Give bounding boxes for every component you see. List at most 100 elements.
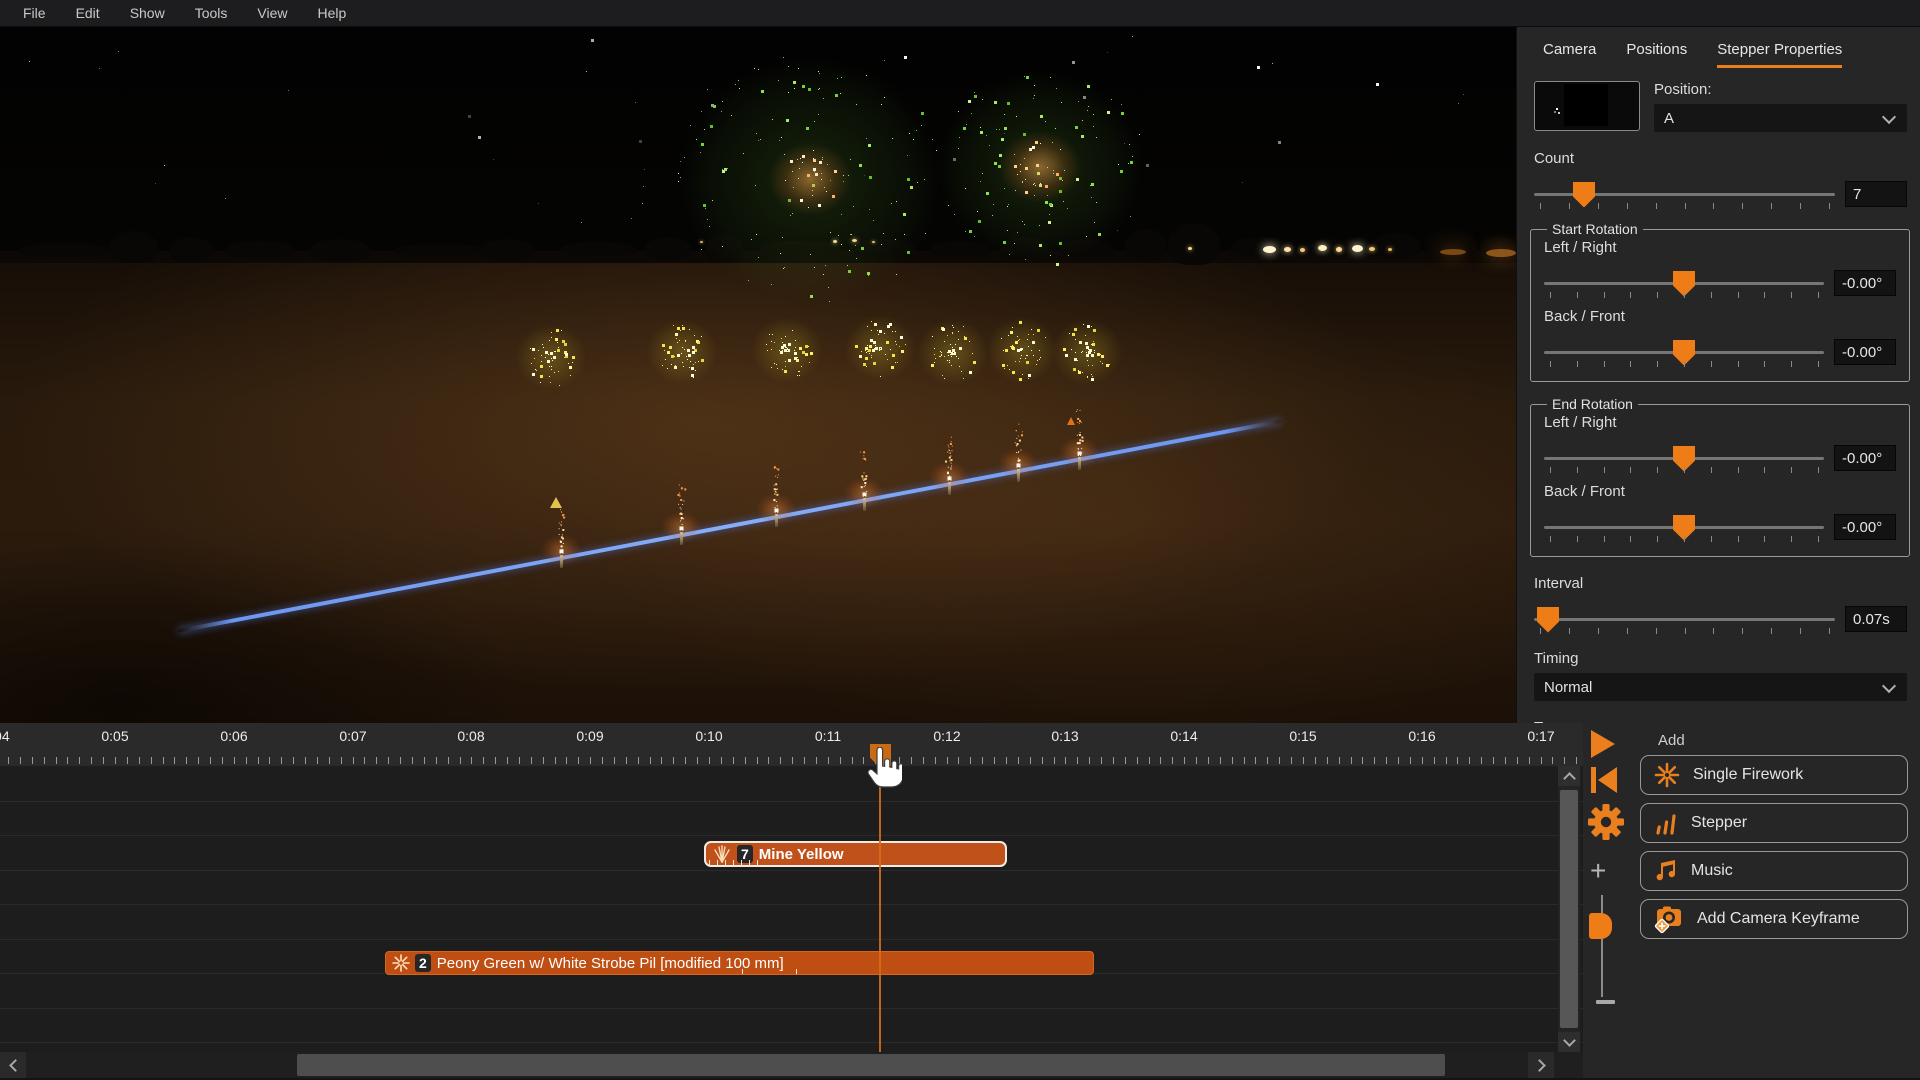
start-left-right-slider[interactable]: [1544, 282, 1824, 285]
menu-item-show[interactable]: Show: [115, 0, 180, 27]
timeline-horizontal-scrollbar[interactable]: [0, 1052, 1583, 1078]
tab-positions[interactable]: Positions: [1626, 41, 1687, 68]
menu-item-edit[interactable]: Edit: [61, 0, 115, 27]
scroll-left-button[interactable]: [0, 1052, 26, 1078]
scroll-up-button[interactable]: [1558, 766, 1580, 786]
slider-tick: [1569, 628, 1570, 634]
item-step-tick: [757, 860, 758, 865]
add-camera-keyframe-button[interactable]: Add Camera Keyframe: [1640, 899, 1908, 939]
menu-item-view[interactable]: View: [242, 0, 302, 27]
slider-tick: [1685, 628, 1686, 634]
slider-tick: [1540, 628, 1541, 634]
vertical-scroll-thumb[interactable]: [1560, 790, 1578, 1028]
slider-tick: [1577, 361, 1578, 367]
timing-select[interactable]: Normal: [1534, 673, 1907, 701]
zoom-in-button[interactable]: +: [1590, 855, 1606, 887]
start-back-front-value[interactable]: -0.00°: [1834, 339, 1896, 365]
timeline-item[interactable]: 7Mine Yellow: [704, 841, 1007, 867]
candle-sparks: [1018, 467, 1019, 468]
settings-gear-button[interactable]: [1587, 803, 1625, 846]
track-row-divider: [0, 1042, 1583, 1043]
horizon-light: [1300, 248, 1305, 252]
stepper-button[interactable]: Stepper: [1640, 803, 1908, 843]
ruler-tick: [1386, 757, 1387, 764]
track-row-divider: [0, 870, 1583, 871]
scroll-down-button[interactable]: [1558, 1032, 1580, 1052]
end-back-front-slider[interactable]: [1544, 526, 1824, 529]
slider-tick: [1738, 361, 1739, 367]
effect-preview-thumbnail[interactable]: [1534, 81, 1640, 131]
slider-tick: [1711, 467, 1712, 473]
timeline-item[interactable]: 2Peony Green w/ White Strobe Pil [modifi…: [385, 951, 1094, 975]
ruler-tick: [1529, 757, 1530, 764]
play-button[interactable]: [1590, 729, 1616, 764]
tab-camera[interactable]: Camera: [1543, 41, 1596, 68]
timeline-vertical-scrollbar[interactable]: [1558, 766, 1580, 1052]
ruler-tick: [1315, 757, 1316, 764]
ruler-time-label: 0:07: [331, 728, 375, 744]
ruler-time-label: 0:15: [1281, 728, 1325, 744]
burst-core-particles: [1040, 167, 1041, 168]
candle-tube: [680, 532, 683, 545]
ruler-tick: [234, 757, 235, 764]
count-slider-thumb[interactable]: [1573, 182, 1595, 208]
mine-burst-particles: [953, 352, 954, 353]
position-select[interactable]: A: [1654, 104, 1907, 132]
ruler-tick: [186, 757, 187, 764]
ruler-tick: [163, 757, 164, 764]
slider-tick: [1550, 361, 1551, 367]
ruler-tick: [638, 757, 639, 764]
start-left-right-value[interactable]: -0.00°: [1834, 270, 1896, 296]
timeline-ruler[interactable]: 0:040:050:060:070:080:090:100:110:120:13…: [0, 723, 1583, 767]
interval-slider[interactable]: [1534, 618, 1835, 621]
timeline-zoom-slider[interactable]: [1601, 895, 1603, 997]
ruler-tick: [1077, 757, 1078, 764]
zoom-out-button[interactable]: [1596, 1000, 1615, 1004]
slider-tick: [1550, 536, 1551, 542]
end-back-front-value[interactable]: -0.00°: [1834, 514, 1896, 540]
slider-tick: [1604, 467, 1605, 473]
menu-item-help[interactable]: Help: [303, 0, 362, 27]
tab-stepper-properties[interactable]: Stepper Properties: [1717, 41, 1842, 68]
ruler-time-label: 0:14: [1162, 728, 1206, 744]
ruler-tick: [1446, 757, 1447, 764]
chevron-up-icon: [1563, 772, 1576, 785]
ruler-tick: [269, 757, 270, 764]
skip-to-start-button[interactable]: [1589, 765, 1618, 800]
candle-sparks: [1079, 455, 1080, 456]
ruler-tick: [388, 757, 389, 764]
menu-item-file[interactable]: File: [8, 0, 61, 27]
ruler-tick: [1006, 757, 1007, 764]
slider-tick: [1818, 536, 1819, 542]
ruler-tick: [923, 757, 924, 764]
ruler-tick: [1410, 757, 1411, 764]
start-rotation-legend: Start Rotation: [1547, 221, 1643, 237]
mine-burst-particles: [787, 350, 788, 351]
end-left-right-slider[interactable]: [1544, 457, 1824, 460]
start-back-front-slider[interactable]: [1544, 351, 1824, 354]
ruler-tick: [733, 757, 734, 764]
timeline-zoom-thumb[interactable]: [1589, 913, 1612, 939]
menu-item-tools[interactable]: Tools: [180, 0, 243, 27]
count-input[interactable]: 7: [1845, 181, 1907, 207]
candle-sparks: [561, 553, 562, 554]
ruler-tick: [115, 757, 116, 764]
interval-input[interactable]: 0.07s: [1845, 606, 1907, 632]
timeline-tracks[interactable]: 7Mine Yellow 2Peony Green w/ White Strobe…: [0, 766, 1583, 1052]
ruler-tick: [566, 757, 567, 764]
count-slider[interactable]: [1534, 193, 1835, 196]
scroll-right-button[interactable]: [1528, 1052, 1554, 1078]
end-left-right-value[interactable]: -0.00°: [1834, 445, 1896, 471]
horizontal-scroll-thumb[interactable]: [297, 1054, 1445, 1076]
ruler-tick: [460, 757, 461, 764]
single-firework-button[interactable]: Single Firework: [1640, 755, 1908, 795]
item-label: Mine Yellow: [759, 846, 844, 863]
viewport-3d[interactable]: [0, 27, 1516, 723]
ruler-tick: [20, 757, 21, 764]
music-button[interactable]: Music: [1640, 851, 1908, 891]
slider-tick: [1818, 361, 1819, 367]
burst-icon: [392, 954, 410, 972]
ruler-tick: [543, 757, 544, 764]
ruler-tick: [1255, 757, 1256, 764]
slider-tick: [1656, 203, 1657, 209]
